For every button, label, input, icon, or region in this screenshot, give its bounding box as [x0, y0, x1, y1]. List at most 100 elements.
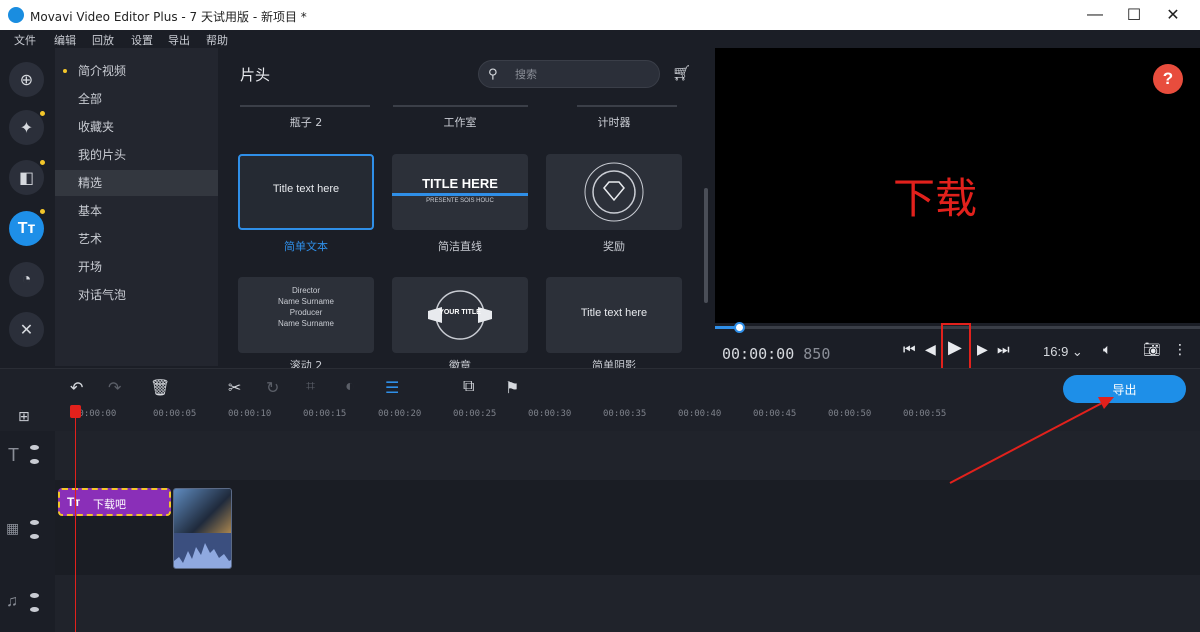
menu-edit[interactable]: 编辑 — [54, 32, 76, 48]
color-adjust-icon[interactable]: ◐ — [345, 378, 355, 396]
visibility-eye-icon[interactable] — [30, 520, 39, 525]
more-options-icon[interactable]: ⋮ — [1173, 341, 1187, 358]
video-clip-thumbnail — [174, 489, 231, 533]
import-button[interactable]: ⊕ — [9, 62, 44, 97]
maximize-button[interactable]: ☐ — [1115, 0, 1153, 30]
search-box[interactable]: ⚲ — [478, 60, 660, 88]
music-note-icon: ♫ — [6, 593, 18, 610]
tile-label: 简单文本 — [284, 240, 328, 253]
title-tile-badge[interactable]: YOUR TITLE — [392, 277, 528, 353]
category-item[interactable]: 收藏夹 — [55, 114, 218, 140]
export-button[interactable]: 导出 — [1063, 375, 1186, 403]
ruler-tick-label: 00:00:40 — [678, 409, 722, 419]
tile-preview-text: YOUR TITLE — [439, 309, 481, 316]
category-label: 简介视频 — [78, 64, 127, 78]
menu-file[interactable]: 文件 — [14, 32, 36, 48]
category-item[interactable]: 全部 — [55, 86, 218, 112]
menu-settings[interactable]: 设置 — [131, 32, 153, 48]
minimize-button[interactable]: — — [1076, 0, 1114, 30]
menu-export[interactable]: 导出 — [168, 32, 190, 48]
playhead-line — [75, 410, 76, 632]
transitions-icon: ◧ — [18, 169, 35, 187]
titles-button[interactable]: Tт — [9, 211, 44, 246]
step-back-icon[interactable]: ◀ — [925, 341, 936, 358]
cut-icon[interactable]: ✂ — [228, 378, 241, 398]
title-tile-simple-shadow[interactable]: Title text here — [546, 277, 682, 353]
video-clip[interactable] — [173, 488, 232, 569]
title-tile-simple-text[interactable]: Title text here — [238, 154, 374, 230]
store-cart-icon[interactable]: 🛒︎ — [672, 64, 691, 82]
help-button[interactable]: ? — [1153, 64, 1183, 94]
title-track-icon: T — [8, 445, 19, 465]
playhead-handle[interactable] — [70, 405, 81, 418]
redo-icon[interactable]: ↷ — [108, 378, 121, 398]
title-tile-clean-line[interactable]: TITLE HERE PRESENTE SOIS HOUC — [392, 154, 528, 230]
tile-preview-text: TITLE HERE — [422, 176, 498, 191]
search-icon: ⚲ — [488, 66, 498, 81]
title-tile-award[interactable] — [546, 154, 682, 230]
skip-end-icon[interactable]: ⏭︎ — [997, 341, 1010, 358]
import-icon: ⊕ — [19, 71, 34, 89]
panel-scrollbar[interactable] — [704, 188, 708, 303]
filters-button[interactable]: ✦ — [9, 110, 44, 145]
volume-icon[interactable]: 🔈︎ — [1103, 341, 1111, 358]
menu-help[interactable]: 帮助 — [206, 32, 228, 48]
title-track[interactable] — [55, 431, 1200, 480]
play-icon[interactable]: ▶ — [948, 337, 962, 358]
lock-icon[interactable] — [30, 607, 39, 612]
category-item[interactable]: 对话气泡 — [55, 282, 218, 308]
clip-properties-icon[interactable]: ☰ — [385, 378, 399, 398]
rotate-icon[interactable]: ↻ — [266, 378, 279, 398]
ruler-tick-label: 00:00:45 — [753, 409, 797, 419]
search-input[interactable] — [515, 66, 645, 82]
undo-icon[interactable]: ↶ — [70, 378, 83, 398]
visibility-eye-icon[interactable] — [30, 593, 39, 598]
audio-track[interactable] — [55, 575, 1200, 632]
add-track-icon[interactable]: ⊞ — [18, 408, 30, 425]
transitions-button[interactable]: ◧ — [9, 160, 44, 195]
ruler-tick-label: 00:00:35 — [603, 409, 647, 419]
category-item-selected[interactable]: 精选 — [55, 170, 218, 196]
category-label: 艺术 — [78, 232, 103, 246]
more-tools-button[interactable]: ✕ — [9, 312, 44, 347]
snapshot-icon[interactable]: 📷︎ — [1143, 341, 1161, 358]
new-dot — [40, 111, 45, 116]
category-item[interactable]: 基本 — [55, 198, 218, 224]
audio-eye-icon[interactable] — [30, 534, 39, 539]
lock-icon[interactable] — [30, 459, 39, 464]
ruler-tick-label: 00:00:20 — [378, 409, 422, 419]
title-tile-scroll[interactable]: Director Name Surname Producer Name Surn… — [238, 277, 374, 353]
app-logo-icon — [8, 7, 24, 23]
tool-rail: ⊕ ✦ ◧ Tт ◔ ✕ — [0, 48, 55, 366]
crop-icon[interactable]: ⌗ — [306, 378, 315, 396]
preview-player[interactable]: ? 下载 — [715, 48, 1200, 323]
ruler-tick-label: 00:00:50 — [828, 409, 872, 419]
timeline-toolbar: ↶ ↷ 🗑︎ ✂ ↻ ⌗ ◐ ☰ ⧉ ⚑ 导出 — [0, 368, 1200, 405]
overlay-icon[interactable]: ⧉ — [463, 378, 474, 396]
titles-panel: 片头 ⚲ 🛒︎ 瓶子 2 工作室 计时器 Title text here 简单文… — [218, 48, 712, 372]
visibility-eye-icon[interactable] — [30, 445, 39, 450]
close-button[interactable]: ✕ — [1154, 0, 1192, 30]
category-item[interactable]: 简介视频 — [55, 58, 218, 84]
title-clip-label: 下载吧 — [93, 499, 126, 511]
tile-preview-text: Director Name Surname Producer Name Surn… — [277, 286, 335, 328]
aspect-ratio-select[interactable]: 16:9 ⌄ — [1043, 344, 1083, 360]
tile-label: 计时器 — [597, 116, 631, 129]
panel-title: 片头 — [240, 66, 271, 84]
menu-playback[interactable]: 回放 — [92, 32, 114, 48]
category-item[interactable]: 开场 — [55, 254, 218, 280]
timeline-ruler[interactable]: ⊞ 00:00:00 00:00:05 00:00:10 00:00:15 00… — [0, 405, 1200, 431]
ruler-tick-label: 00:00:10 — [228, 409, 272, 419]
category-label: 精选 — [78, 176, 103, 190]
marker-flag-icon[interactable]: ⚑ — [505, 378, 519, 398]
category-item[interactable]: 艺术 — [55, 226, 218, 252]
step-forward-icon[interactable]: ▶ — [977, 341, 988, 358]
skip-start-icon[interactable]: ⏮︎ — [903, 341, 916, 358]
delete-icon[interactable]: 🗑︎ — [150, 378, 170, 398]
magic-wand-icon: ✦ — [19, 119, 34, 137]
progress-knob[interactable] — [734, 322, 746, 333]
category-item[interactable]: 我的片头 — [55, 142, 218, 168]
divider — [577, 105, 677, 107]
award-emblem-icon — [584, 162, 644, 222]
stickers-button[interactable]: ◔ — [9, 262, 44, 297]
